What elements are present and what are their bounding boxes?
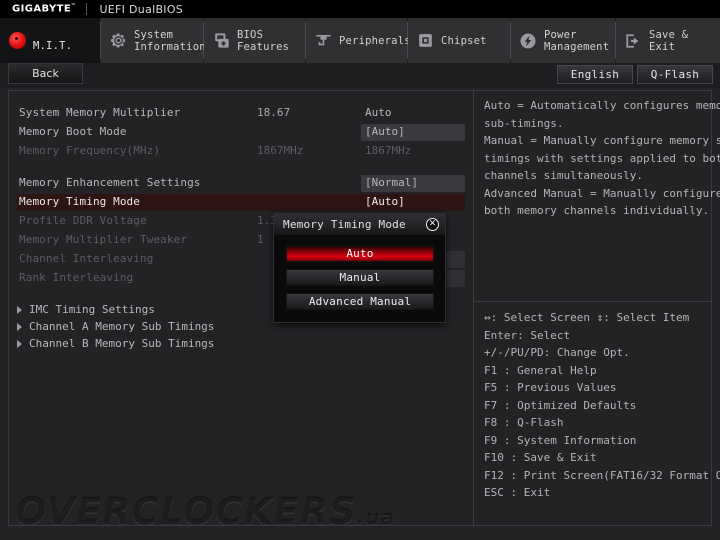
dialog-title: Memory Timing Mode <box>283 218 406 231</box>
help-keys-list: ↔: Select Screen ↕: Select Item Enter: S… <box>484 309 720 502</box>
watermark-text: OVERCLOCKERS <box>15 491 357 525</box>
qflash-button[interactable]: Q-Flash <box>637 65 713 84</box>
exit-arrow-icon <box>622 30 644 52</box>
tab-power-management[interactable]: Power Management <box>511 18 615 63</box>
setting-label: Memory Boot Mode <box>19 125 127 138</box>
help-key-line: F10 : Save & Exit <box>484 451 597 464</box>
setting-row: Memory Frequency(MHz) 1867MHz 1867MHz <box>9 143 473 160</box>
tab-system-information-label: System Information <box>134 28 206 53</box>
help-line: Auto = Automatically configures memory <box>484 99 720 112</box>
setting-label: Channel Interleaving <box>19 252 154 265</box>
setting-option-value: [Normal] <box>365 176 418 189</box>
chevron-right-icon <box>17 340 22 348</box>
close-icon[interactable]: ✕ <box>426 218 439 231</box>
help-line: sub-timings. <box>484 116 564 130</box>
setting-label: Memory Timing Mode <box>19 195 141 208</box>
setting-option-value: 1867MHz <box>365 144 412 157</box>
bios-screen: GIGABYTE™ UEFI DualBIOS M.I.T. System In… <box>0 0 720 540</box>
help-line: timings with settings applied to both <box>484 151 720 165</box>
help-key-line: Enter: Select <box>484 328 571 342</box>
setting-label: Memory Enhancement Settings <box>19 176 201 189</box>
help-line: Advanced Manual = Manually configure <box>484 186 720 200</box>
setting-label: Memory Multiplier Tweaker <box>19 233 188 246</box>
help-pane: Auto = Automatically configures memory s… <box>474 91 720 525</box>
language-button[interactable]: English <box>557 65 633 84</box>
brand-bar: GIGABYTE™ UEFI DualBIOS <box>0 0 720 18</box>
setting-label: System Memory Multiplier <box>19 106 181 119</box>
help-key-line: F1 : General Help <box>484 363 597 377</box>
submenu-label: Channel A Memory Sub Timings <box>29 320 215 333</box>
submenu-label: Channel B Memory Sub Timings <box>29 337 215 350</box>
chip-plus-icon <box>210 30 232 52</box>
help-key-line: ↔: Select Screen ↕: Select Item <box>484 311 690 324</box>
tab-chipset[interactable]: Chipset <box>408 18 510 63</box>
help-key-line: F8 : Q-Flash <box>484 416 564 429</box>
sub-toolbar: Back English Q-Flash <box>0 63 720 88</box>
setting-label: Rank Interleaving <box>19 271 134 284</box>
tab-system-information[interactable]: System Information <box>101 18 206 63</box>
tab-mit-label: M.I.T. <box>33 39 73 52</box>
memory-timing-mode-dialog: Memory Timing Mode ✕ Auto Manual Advance… <box>273 213 446 323</box>
gigabyte-logo-text: GIGABYTE <box>12 3 72 15</box>
setting-row[interactable]: Memory Boot Mode [Auto] <box>9 124 473 141</box>
help-line: channels simultaneously. <box>484 169 643 182</box>
setting-option-value: Auto <box>365 106 392 119</box>
help-key-line: F12 : Print Screen(FAT16/32 Format Only) <box>484 468 720 482</box>
dialog-option-auto[interactable]: Auto <box>286 245 434 262</box>
help-key-line: F7 : Optimized Defaults <box>484 398 637 412</box>
brand-subtitle: UEFI DualBIOS <box>99 2 184 16</box>
help-divider <box>474 301 712 302</box>
dialog-title-bar: Memory Timing Mode ✕ <box>274 214 445 236</box>
chevron-right-icon <box>17 306 22 314</box>
gear-icon <box>107 30 129 52</box>
setting-current-value: 18.67 <box>257 106 291 119</box>
help-description: Auto = Automatically configures memory s… <box>484 97 720 220</box>
help-line: Manual = Manually configure memory sub <box>484 134 720 147</box>
tab-mit[interactable]: M.I.T. <box>0 18 100 63</box>
help-line: both memory channels individually. <box>484 204 710 217</box>
gigabyte-logo: GIGABYTE™ <box>0 3 86 14</box>
connector-icon <box>312 30 334 52</box>
tab-chipset-label: Chipset <box>441 34 487 47</box>
setting-option-value: [Auto] <box>365 195 405 208</box>
lightning-icon <box>517 30 539 52</box>
trademark-symbol: ™ <box>71 3 77 10</box>
setting-row[interactable]: Memory Enhancement Settings [Normal] <box>9 175 473 192</box>
dialog-option-manual[interactable]: Manual <box>286 269 434 286</box>
setting-current-value: 1867MHz <box>257 144 304 157</box>
watermark-suffix: .ua <box>356 506 395 525</box>
setting-current-value: 1 <box>257 233 264 246</box>
setting-row[interactable]: System Memory Multiplier 18.67 Auto <box>9 105 473 122</box>
setting-option-value: [Auto] <box>365 125 405 138</box>
tab-peripherals-label: Peripherals <box>339 34 411 47</box>
submenu-row-channel-b-memory-sub-timings[interactable]: Channel B Memory Sub Timings <box>9 336 473 353</box>
chip-icon <box>414 30 436 52</box>
tab-bios-features-label: BIOS Features <box>237 28 290 53</box>
tab-bios-features[interactable]: BIOS Features <box>204 18 305 63</box>
help-key-line: F9 : System Information <box>484 433 637 447</box>
site-watermark: OVERCLOCKERS.ua <box>15 491 473 525</box>
tab-save-and-exit[interactable]: Save & Exit <box>616 18 720 63</box>
main-tab-strip: M.I.T. System Information BIOS Features … <box>0 18 720 63</box>
help-key-line: ESC : Exit <box>484 486 551 499</box>
dialog-option-advanced-manual[interactable]: Advanced Manual <box>286 293 434 310</box>
red-circle-icon <box>6 30 28 52</box>
setting-label: Profile DDR Voltage <box>19 214 147 227</box>
submenu-label: IMC Timing Settings <box>29 303 155 316</box>
help-key-line: +/-/PU/PD: Change Opt. <box>484 346 630 359</box>
help-key-line: F5 : Previous Values <box>484 381 617 394</box>
tab-power-management-label: Power Management <box>544 28 610 53</box>
tab-save-and-exit-label: Save & Exit <box>649 28 689 53</box>
back-button[interactable]: Back <box>8 63 83 84</box>
tab-peripherals[interactable]: Peripherals <box>306 18 411 63</box>
setting-label: Memory Frequency(MHz) <box>19 144 161 157</box>
setting-row-memory-timing-mode[interactable]: Memory Timing Mode [Auto] <box>9 194 473 211</box>
chevron-right-icon <box>17 323 22 331</box>
